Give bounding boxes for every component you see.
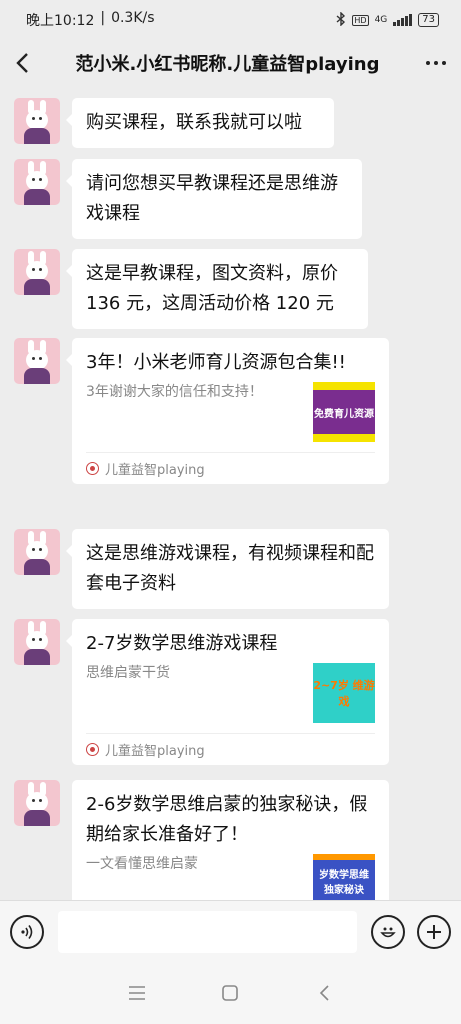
system-navigation-bar — [0, 962, 461, 1024]
message-row: 这是思维游戏课程，有视频课程和配套电子资料 — [14, 529, 389, 609]
hd-icon: HD — [352, 14, 369, 26]
card-title: 2-6岁数学思维启蒙的独家秘诀，假期给家长准备好了！ — [86, 794, 368, 845]
signal-icon — [393, 14, 413, 26]
status-bar: 晚上10:12 | 0.3K/s HD 4G 73 — [0, 0, 461, 40]
message-row: 3年！小米老师育儿资源包合集!! 3年谢谢大家的信任和支持！ 免费育儿资源 儿童… — [14, 338, 389, 484]
smiley-icon — [380, 927, 396, 937]
status-divider: | — [100, 10, 106, 26]
thumbnail-caption: 免费育儿资源 — [314, 408, 374, 420]
message-row: 2-6岁数学思维启蒙的独家秘诀，假期给家长准备好了！ 一文看懂思维启蒙 岁数学思… — [14, 780, 389, 900]
back-button[interactable] — [0, 41, 44, 85]
dot-icon — [426, 61, 430, 65]
link-card[interactable]: 2-6岁数学思维启蒙的独家秘诀，假期给家长准备好了！ 一文看懂思维启蒙 岁数学思… — [72, 780, 389, 900]
battery-level: 73 — [422, 14, 435, 25]
chat-header: 范小米.小红书昵称.儿童益智playing — [0, 40, 461, 86]
source-logo-icon — [86, 743, 99, 756]
contact-avatar[interactable] — [14, 98, 60, 144]
source-name: 儿童益智playing — [105, 463, 205, 478]
back-nav-button[interactable] — [304, 973, 344, 1013]
home-square-icon — [222, 985, 239, 1001]
voice-icon — [21, 924, 33, 939]
card-thumbnail: 2~7岁 维游戏 — [313, 663, 375, 723]
contact-avatar[interactable] — [14, 338, 60, 384]
message-input[interactable] — [58, 910, 357, 953]
contact-avatar[interactable] — [14, 249, 60, 295]
message-row: 2-7岁数学思维游戏课程 思维启蒙干货 2~7岁 维游戏 儿童益智playing — [14, 619, 389, 765]
card-title: 2-7岁数学思维游戏课程 — [86, 633, 278, 654]
message-row: 购买课程，联系我就可以啦 — [14, 98, 334, 148]
source-name: 儿童益智playing — [105, 744, 205, 759]
dot-icon — [442, 61, 446, 65]
card-description: 一文看懂思维启蒙 — [86, 856, 198, 872]
status-time: 晚上10:12 — [26, 13, 95, 29]
link-card[interactable]: 2-7岁数学思维游戏课程 思维启蒙干货 2~7岁 维游戏 儿童益智playing — [66, 619, 389, 765]
contact-avatar[interactable] — [14, 159, 60, 205]
message-bubble[interactable]: 这是早教课程，图文资料，原价136 元，这周活动价格 120 元 — [66, 249, 368, 329]
card-title: 3年！小米老师育儿资源包合集!! — [86, 352, 346, 373]
status-speed: 0.3K/s — [111, 10, 155, 26]
card-source: 儿童益智playing — [86, 452, 375, 484]
menu-nav-button[interactable] — [117, 973, 157, 1013]
chat-messages[interactable]: 购买课程，联系我就可以啦 请问您想买早教课程还是思维游戏课程 这是早教课程，图文… — [0, 86, 461, 900]
message-row: 请问您想买早教课程还是思维游戏课程 — [14, 159, 362, 239]
plus-icon — [427, 924, 441, 939]
home-nav-button[interactable] — [210, 973, 250, 1013]
link-card[interactable]: 3年！小米老师育儿资源包合集!! 3年谢谢大家的信任和支持！ 免费育儿资源 儿童… — [66, 338, 389, 484]
contact-avatar[interactable] — [14, 529, 60, 575]
message-bubble[interactable]: 请问您想买早教课程还是思维游戏课程 — [66, 159, 362, 239]
message-input-bar — [0, 900, 461, 962]
thumbnail-caption: 岁数学思维 独家秘诀 — [319, 870, 369, 896]
chevron-left-icon — [16, 53, 28, 73]
dot-icon — [434, 61, 438, 65]
message-bubble[interactable]: 购买课程，联系我就可以啦 — [66, 98, 334, 148]
message-row: 这是早教课程，图文资料，原价136 元，这周活动价格 120 元 — [14, 249, 368, 329]
card-source: 儿童益智playing — [86, 733, 375, 765]
contact-avatar[interactable] — [14, 780, 60, 826]
voice-input-button[interactable] — [10, 914, 44, 949]
emoji-button[interactable] — [371, 914, 405, 949]
source-logo-icon — [86, 462, 99, 475]
card-thumbnail: 免费育儿资源 — [313, 382, 375, 442]
network-label: 4G — [374, 15, 388, 25]
menu-icon — [128, 986, 145, 1000]
add-more-button[interactable] — [417, 914, 451, 949]
thumbnail-caption: 2~7岁 维游戏 — [313, 679, 375, 708]
contact-avatar[interactable] — [14, 619, 60, 665]
chevron-left-icon — [320, 985, 329, 1001]
message-bubble[interactable]: 这是思维游戏课程，有视频课程和配套电子资料 — [66, 529, 389, 609]
card-description: 思维启蒙干货 — [86, 665, 170, 681]
bluetooth-icon — [336, 10, 346, 29]
chat-title: 范小米.小红书昵称.儿童益智playing — [75, 54, 380, 75]
card-thumbnail: 岁数学思维 独家秘诀 — [313, 854, 375, 900]
more-options-button[interactable] — [411, 41, 461, 85]
card-description: 3年谢谢大家的信任和支持！ — [86, 384, 263, 400]
battery-icon: 73 — [418, 13, 439, 27]
